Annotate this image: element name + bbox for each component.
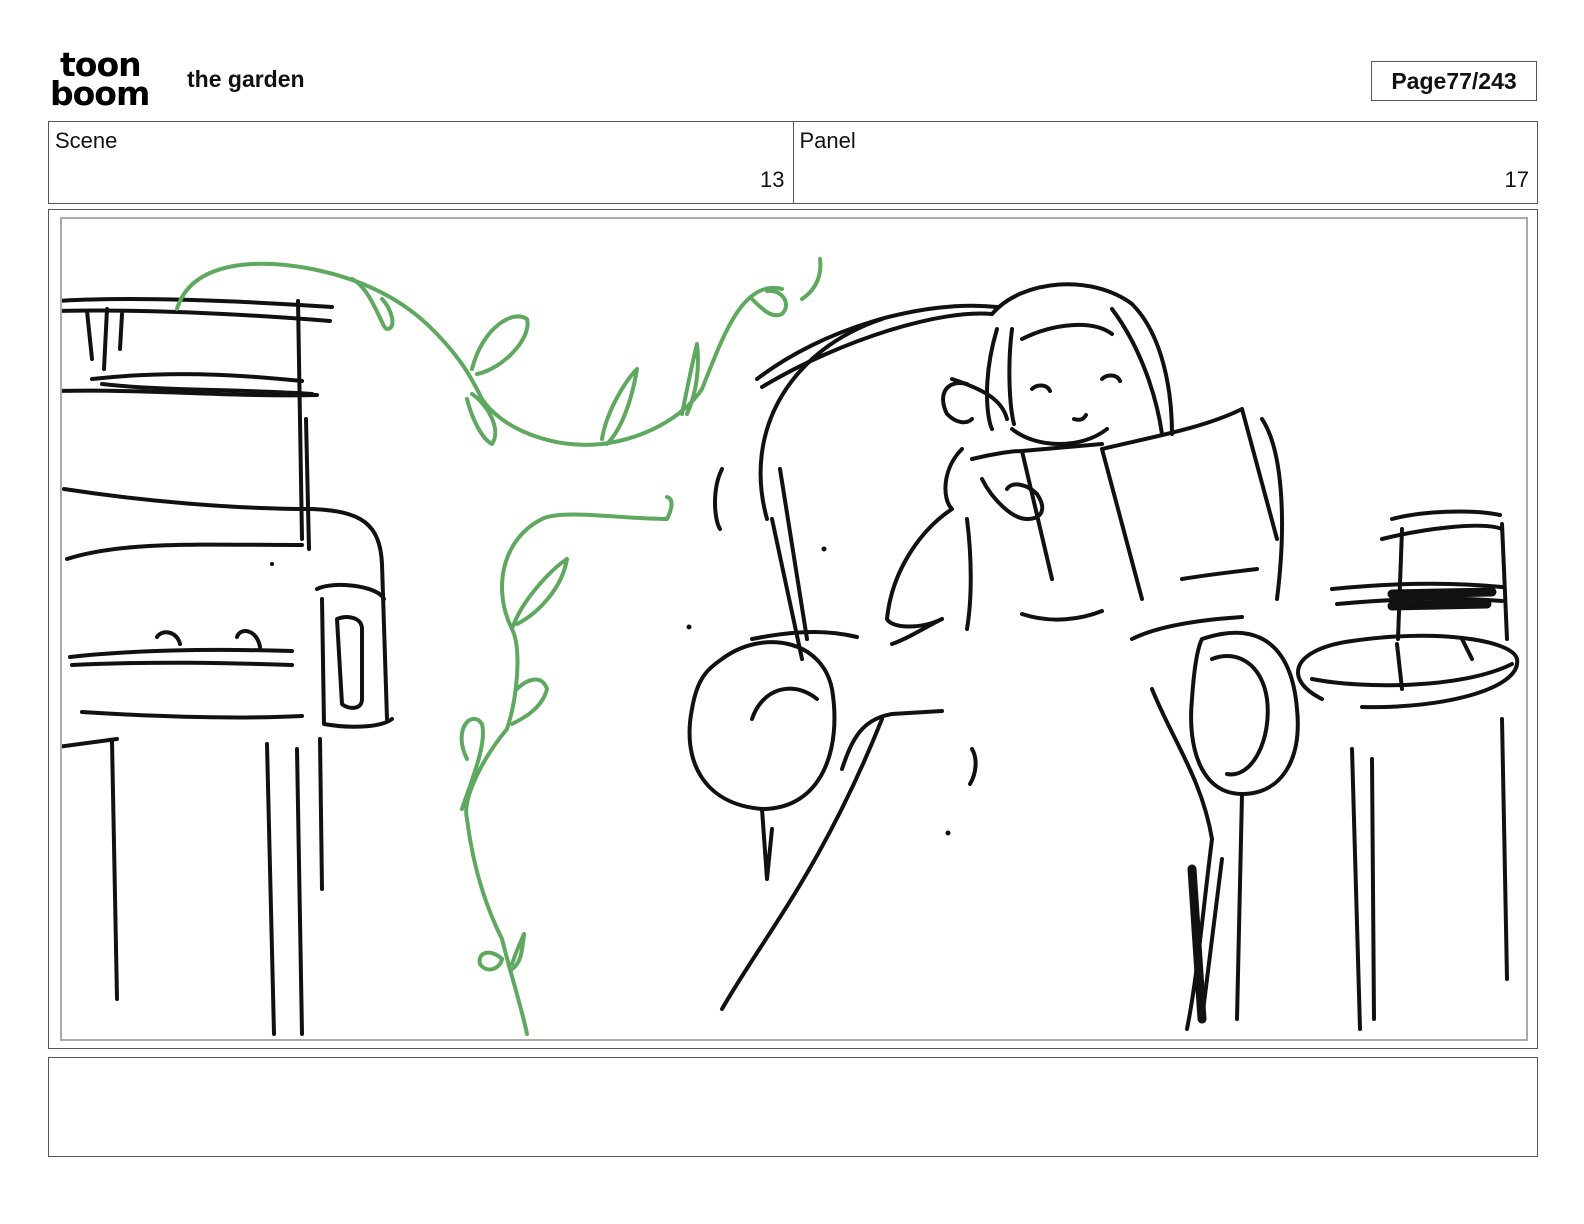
girl-hair-left [985,327,1016,431]
shelf-legs [110,737,324,1036]
toonboom-logo: toon boom [50,48,162,113]
girl-ear [941,381,974,425]
vine-leaf-10 [510,932,526,971]
shelf-top-line-2 [62,308,332,323]
shelf-book-strokes [85,307,124,371]
chair-back-top [755,303,999,389]
vine-leaf-9 [477,950,504,972]
vine-leaf-7 [510,677,549,726]
girl-mouth [1072,413,1088,422]
sketch-dot [270,562,274,566]
girl-body-line [965,517,973,631]
vine-leaf-4 [680,342,700,416]
vine-tip [800,257,823,301]
chair-left-edge [713,467,724,531]
chair-arm-left-inner [750,686,819,721]
sketch-canvas [62,257,1520,1036]
table-top-edge [1310,662,1514,688]
vine-mid-branch [540,495,674,521]
shelf-line-5 [65,542,304,561]
logo-word-bottom: boom [50,74,150,113]
girl-eyes [1030,373,1122,393]
table-top-ellipse [1296,633,1520,710]
chair-arm-top-right [1130,615,1244,641]
sketch-dot [945,830,951,836]
chair-arm-left-cushion [687,640,837,811]
chair-seat-line [840,709,944,771]
vine-top [175,261,784,447]
scene-cell: Scene 13 [49,122,793,203]
chair-arm-right-inner [1210,653,1270,777]
chair-back-dent [950,377,1009,421]
panel-number: 17 [1504,167,1529,192]
project-title: the garden [187,66,305,92]
vine-leaf-2 [465,392,498,446]
chair-back-left [758,317,884,521]
chair-small-mark [968,747,978,786]
shelf-handles [155,629,262,649]
vine-leaf-3 [600,367,639,446]
shelf-line-6 [68,647,294,667]
girl-book-bottom [1180,567,1259,581]
shelf-base-line [80,710,304,720]
girl-hair-top [990,282,1174,436]
sketch-dot [821,546,827,552]
panel-cell: Panel 17 [792,122,1538,203]
black-sketch-lines [62,282,1520,1036]
chair-back-right [1260,417,1284,601]
girl-hair-right [1110,307,1164,436]
vine-leaf-1 [470,314,530,376]
chair-front-right [1150,687,1214,841]
chair-left-leg [760,807,774,881]
girl-chin [1010,427,1109,446]
scene-number: 13 [760,167,785,192]
table-book-sides [1396,522,1509,641]
girl-book-left-page [970,442,1104,581]
green-vine-lines [175,257,823,1036]
shelf-side-pocket [335,615,364,710]
vine-leaf-8 [459,716,485,811]
scene-panel-row: Scene 13 Panel 17 [48,121,1538,204]
girl-bangs [1020,322,1114,341]
panel-label: Panel [799,128,856,153]
table-legs [1350,717,1509,1031]
sketch-dot [686,624,692,630]
girl-left-arm [885,447,964,629]
page-number: 77/243 [1446,67,1517,94]
page-indicator: Page 77/243 [1371,61,1537,101]
girl-sleeve [890,617,944,646]
panel-notes-box [48,1057,1538,1157]
shelf-top-line [62,297,334,309]
vine-leaf-6 [510,557,569,631]
shelf-line-4 [62,487,314,511]
girl-lap [1020,609,1104,622]
shelf-vertical-edge [296,299,311,551]
scene-label: Scene [55,128,118,153]
chair-front-left [720,717,884,1011]
shelf-leg-top [62,737,119,749]
storyboard-drawing [60,217,1528,1041]
page-label: Page [1391,67,1447,94]
